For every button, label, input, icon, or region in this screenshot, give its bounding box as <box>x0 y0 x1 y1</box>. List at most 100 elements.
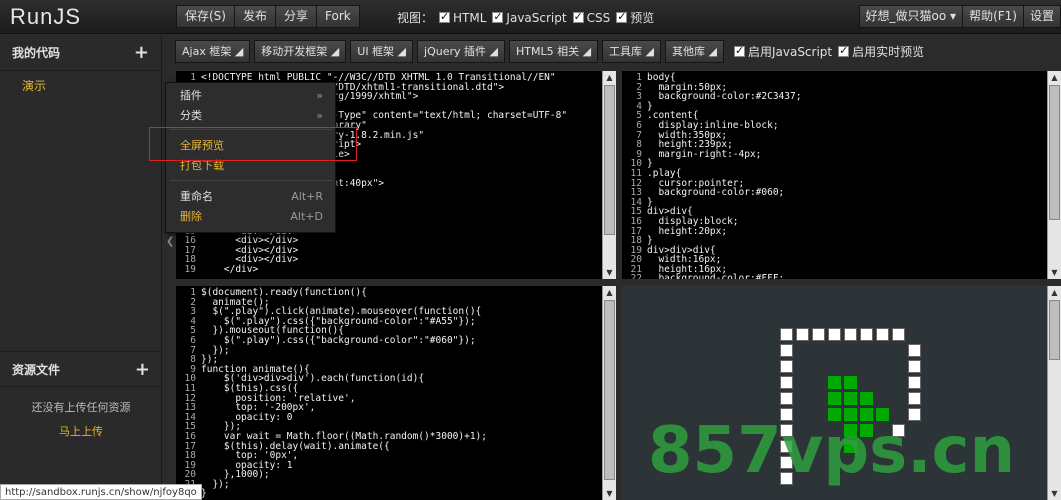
fork-button[interactable]: Fork <box>316 5 360 28</box>
ajax-framework-dropdown[interactable]: Ajax 框架 ◢ <box>175 40 251 63</box>
menu-item-label: 分类 <box>180 109 202 122</box>
preview-play-dot[interactable] <box>828 376 841 389</box>
html-scroll-thumb[interactable] <box>604 85 615 235</box>
preview-dot <box>796 328 809 341</box>
shortcut-hint: Alt+R <box>291 190 323 203</box>
js-scroll-thumb[interactable] <box>604 300 615 480</box>
ui-framework-dropdown[interactable]: UI 框架 ◢ <box>350 40 414 63</box>
preview-dot <box>812 328 825 341</box>
code-text: background-color:#060; <box>647 187 785 199</box>
sidebar-item-demo[interactable]: 演示 <box>0 71 161 100</box>
menu-item-category[interactable]: 分类 » <box>166 106 337 126</box>
code-line[interactable]: 22} <box>176 489 616 499</box>
scroll-down-icon[interactable]: ▼ <box>603 487 616 500</box>
scroll-down-icon[interactable]: ▼ <box>603 266 616 279</box>
scroll-up-icon[interactable]: ▲ <box>1048 71 1061 84</box>
css-scroll-thumb[interactable] <box>1049 85 1060 220</box>
submenu-arrow-icon: » <box>316 89 323 102</box>
code-text: </div> <box>201 263 259 275</box>
code-text: margin-right:-4px; <box>647 148 762 160</box>
save-button[interactable]: 保存(S) <box>176 5 234 28</box>
preview-dot <box>860 328 873 341</box>
mobile-framework-dropdown[interactable]: 移动开发框架 ◢ <box>254 40 347 63</box>
code-text: background-color:#FFF; <box>647 273 785 279</box>
scroll-up-icon[interactable]: ▲ <box>603 286 616 299</box>
upload-now-link[interactable]: 马上上传 <box>0 423 162 439</box>
scroll-down-icon[interactable]: ▼ <box>1048 487 1061 500</box>
preview-dot <box>908 360 921 373</box>
collapse-sidebar-icon[interactable]: ❮ <box>166 236 174 247</box>
menu-item-label: 删除 <box>180 210 202 223</box>
javascript-checkbox[interactable] <box>492 10 504 23</box>
code-line[interactable]: 10} <box>622 159 1061 169</box>
preview-dot <box>844 328 857 341</box>
menu-item-delete[interactable]: 删除 Alt+D <box>166 207 337 227</box>
code-line[interactable]: 7 }); <box>176 345 616 356</box>
my-code-header: 我的代码 + <box>0 35 161 71</box>
menu-item-label: 插件 <box>180 89 202 102</box>
preview-dot <box>908 376 921 389</box>
code-line[interactable]: 17 height:20px; <box>622 226 1061 237</box>
code-text: } <box>201 488 207 500</box>
resources-title: 资源文件 <box>12 362 61 377</box>
menu-item-rename[interactable]: 重命名 Alt+R <box>166 187 337 207</box>
css-code[interactable]: 1 body{2 margin:50px; 3 background-color:#… <box>622 73 1061 279</box>
enable-js-checkbox[interactable] <box>733 44 745 57</box>
add-resource-icon[interactable]: + <box>135 359 150 380</box>
css-checkbox[interactable] <box>572 10 584 23</box>
share-button[interactable]: 分享 <box>275 5 317 28</box>
settings-button[interactable]: 设置 <box>1022 5 1061 28</box>
top-bar: RunJS 保存(S) 发布 分享 Fork 视图： HTML JavaScri… <box>0 0 1061 34</box>
html-scrollbar[interactable]: ▲ ▼ <box>602 71 616 279</box>
code-text: background-color:#2C3437; <box>647 91 802 103</box>
html-checkbox[interactable] <box>439 10 451 23</box>
code-line[interactable]: 19 </div> <box>176 265 616 275</box>
preview-pane[interactable]: ▲ ▼ 857vps.cn <box>622 286 1061 500</box>
preview-play-dot[interactable] <box>844 376 857 389</box>
scroll-up-icon[interactable]: ▲ <box>603 71 616 84</box>
scroll-down-icon[interactable]: ▼ <box>1048 266 1061 279</box>
code-line[interactable]: 14 opacity: 0 <box>176 412 616 423</box>
code-line[interactable]: 3 background-color:#2C3437; <box>622 92 1061 102</box>
enable-live-preview-checkbox[interactable] <box>838 44 850 57</box>
code-line[interactable]: 21 }); <box>176 480 616 490</box>
code-line[interactable]: 13 background-color:#060; <box>622 188 1061 198</box>
preview-play-dot[interactable] <box>860 392 873 405</box>
html5-dropdown[interactable]: HTML5 相关 ◢ <box>508 40 599 63</box>
css-scrollbar[interactable]: ▲ ▼ <box>1047 71 1061 279</box>
enable-live-preview-label: 启用实时预览 <box>852 45 925 59</box>
scroll-up-icon[interactable]: ▲ <box>1048 286 1061 299</box>
add-code-icon[interactable]: + <box>134 42 149 63</box>
watermark: 857vps.cn <box>648 414 1016 488</box>
preview-play-dot[interactable] <box>844 392 857 405</box>
code-line[interactable]: 6 $(".play").css({"background-color":"#0… <box>176 336 616 346</box>
code-line[interactable]: 20 },1000); <box>176 470 616 480</box>
menu-item-plugins[interactable]: 插件 » <box>166 86 337 106</box>
view-label: 视图： <box>397 11 434 25</box>
my-code-title: 我的代码 <box>12 46 61 60</box>
jquery-plugin-dropdown[interactable]: jQuery 插件 ◢ <box>417 40 505 63</box>
preview-dot <box>908 392 921 405</box>
line-number: 22 <box>630 273 642 279</box>
submenu-arrow-icon: » <box>316 109 323 122</box>
javascript-toggle-label: JavaScript <box>506 10 567 25</box>
preview-scroll-thumb[interactable] <box>1049 300 1060 360</box>
tools-dropdown[interactable]: 工具库 ◢ <box>602 40 661 63</box>
js-code[interactable]: 1 $(document).ready(function(){2 animate(… <box>176 288 616 499</box>
preview-checkbox[interactable] <box>616 10 628 23</box>
publish-button[interactable]: 发布 <box>233 5 275 28</box>
preview-scrollbar[interactable]: ▲ ▼ <box>1047 286 1061 500</box>
preview-play-dot[interactable] <box>828 392 841 405</box>
other-libs-dropdown[interactable]: 其他库 ◢ <box>665 40 724 63</box>
js-editor[interactable]: 1 $(document).ready(function(){2 animate(… <box>176 286 616 500</box>
code-line[interactable]: 9 margin-right:-4px; <box>622 148 1061 160</box>
code-line[interactable]: 22 background-color:#FFF; <box>622 274 1061 279</box>
shortcut-hint: Alt+D <box>290 210 323 223</box>
js-scrollbar[interactable]: ▲ ▼ <box>602 286 616 500</box>
user-menu-button[interactable]: 好想_做只猫oo ▾ <box>858 5 963 28</box>
preview-dot <box>780 376 793 389</box>
line-number: 19 <box>184 263 196 275</box>
css-editor[interactable]: 1 body{2 margin:50px; 3 background-color:#… <box>622 71 1061 279</box>
help-button[interactable]: 帮助(F1) <box>962 5 1023 28</box>
resources-header: 资源文件 + <box>0 351 162 387</box>
